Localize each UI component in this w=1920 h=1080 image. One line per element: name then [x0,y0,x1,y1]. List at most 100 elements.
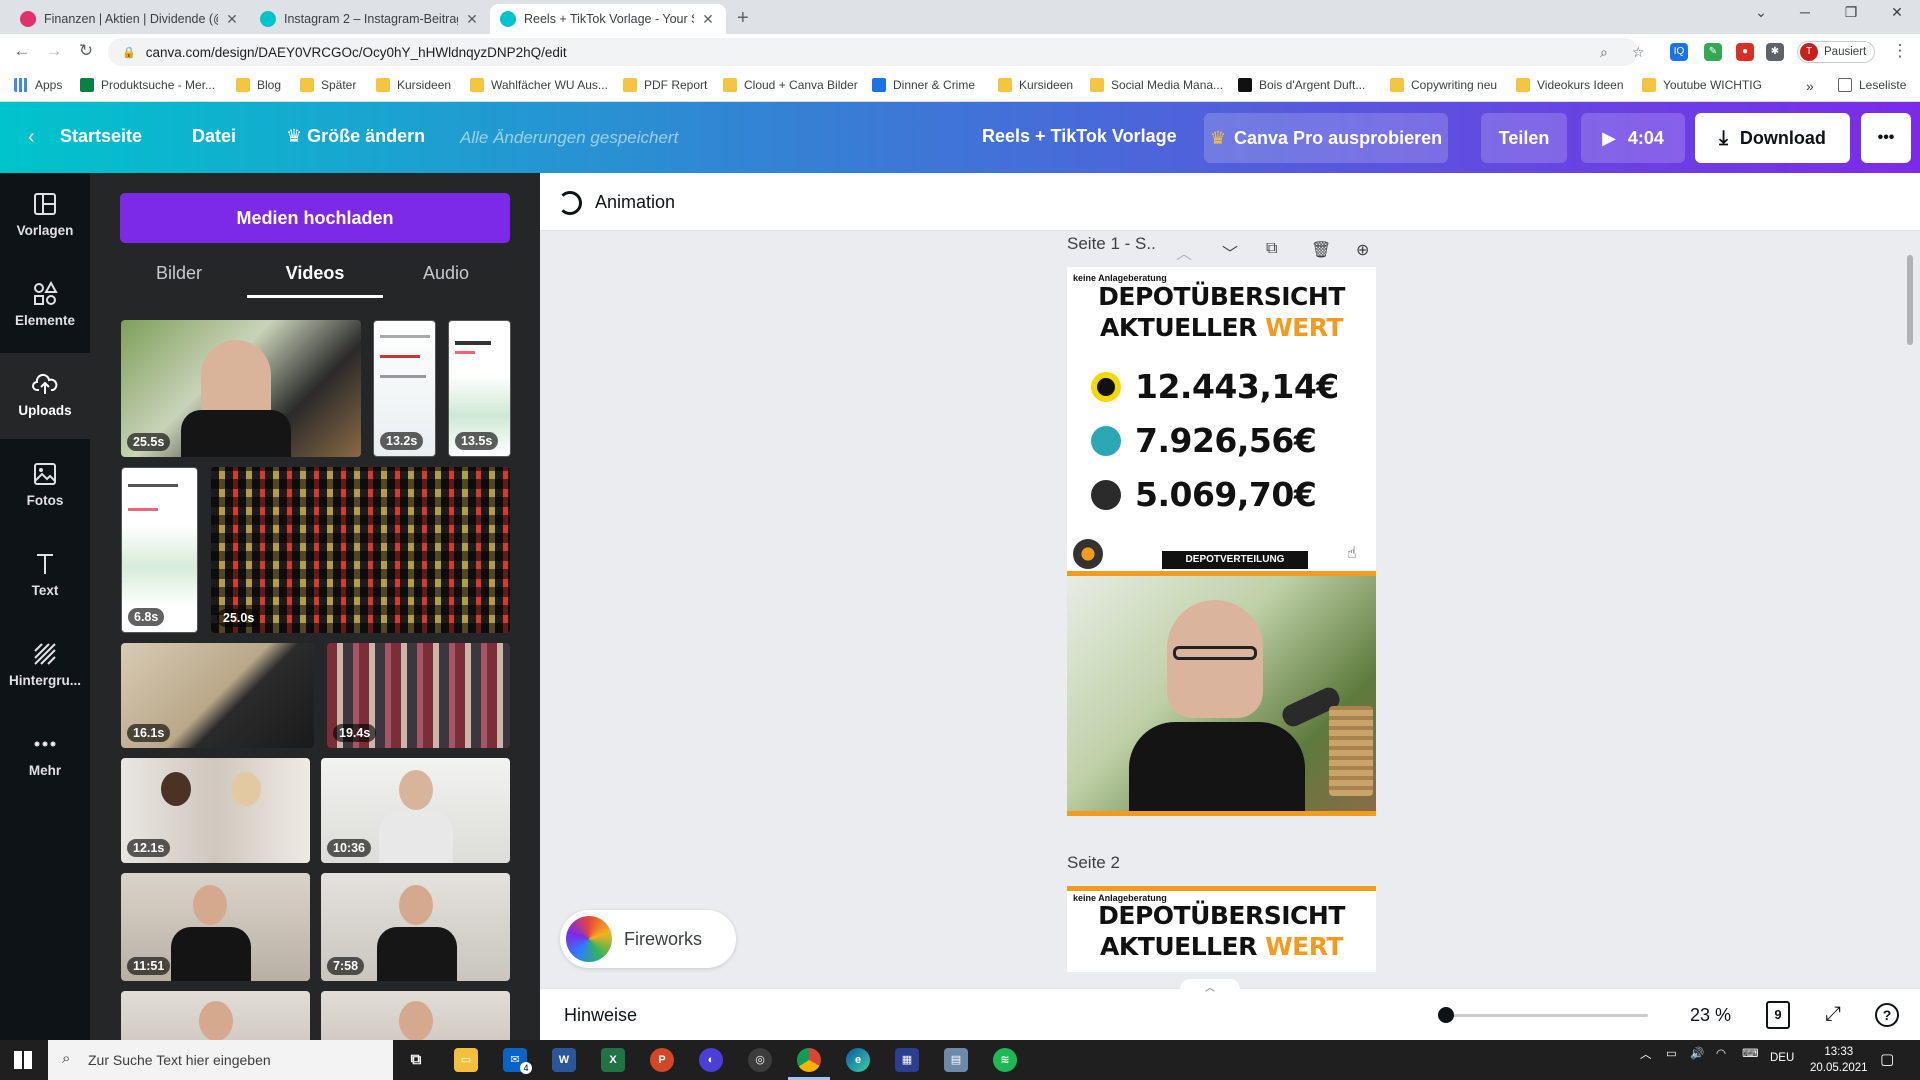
chrome-icon[interactable] [797,1048,821,1072]
bookmark-apps[interactable]: Apps [14,78,62,92]
bookmark-item[interactable]: Produktsuche - Mer... [80,78,215,92]
resize-button[interactable]: ♛ Größe ändern [286,126,425,147]
upload-media-button[interactable]: Medien hochladen [120,193,510,243]
chevron-down-icon[interactable]: ﹀ [1222,240,1238,264]
taskbar-clock[interactable]: 13:33 20.05.2021 [1810,1044,1868,1076]
bookmark-star-icon[interactable]: ☆ [1632,44,1645,61]
video-thumbnail[interactable]: 10:36 [321,758,510,863]
edge-icon[interactable]: e [846,1048,870,1072]
chevron-left-icon[interactable]: ‹ [28,126,35,149]
forward-icon[interactable]: → [42,41,66,61]
design-title[interactable]: Reels + TikTok Vorlage [982,126,1177,147]
tab-videos[interactable]: Videos [247,263,383,284]
fireworks-animation-chip[interactable]: Fireworks [560,910,736,968]
present-button[interactable]: ▶ 4:04 [1581,113,1685,163]
bookmark-item[interactable]: Cloud + Canva Bilder [723,78,858,92]
video-thumbnail[interactable]: 6.8s [121,467,198,633]
video-thumbnail[interactable]: 12.1s [121,758,310,863]
scrollbar-thumb[interactable] [1907,255,1913,345]
video-thumbnail[interactable]: 13.5s [448,320,511,457]
powerpoint-icon[interactable]: P [650,1048,674,1072]
extensions-puzzle-icon[interactable]: ✱ [1766,43,1784,61]
zoom-icon[interactable]: ⌕ [1600,44,1608,61]
more-options-button[interactable]: ••• [1861,113,1911,163]
notifications-icon[interactable]: ▢ [1880,1050,1894,1068]
video-thumbnail[interactable]: 7:58 [321,873,510,981]
tab-images[interactable]: Bilder [111,263,247,284]
address-bar[interactable]: 🔒 canva.com/design/DAEY0VRCGOc/Ocy0hY_hH… [108,38,1638,66]
wifi-icon[interactable]: ◠ [1716,1046,1726,1060]
bookmark-item[interactable]: Dinner & Crime [872,78,975,92]
file-menu-button[interactable]: Datei [192,126,236,147]
spotify-icon[interactable]: ≋ [993,1048,1017,1072]
page-1-canvas[interactable]: keine Anlageberatung DEPOTÜBERSICHT AKTU… [1067,267,1376,816]
bookmark-item[interactable]: Social Media Mana... [1090,78,1223,92]
task-view-icon[interactable]: ⧉ [404,1048,428,1072]
new-tab-button[interactable]: + [737,7,749,30]
rail-item-uploads[interactable]: Uploads [0,353,90,439]
bookmarks-overflow-button[interactable]: » [1806,78,1814,94]
app-icon[interactable]: ▤ [944,1048,968,1072]
bookmark-item[interactable]: PDF Report [623,78,707,92]
reading-list-button[interactable]: Leseliste [1838,78,1906,92]
canvas-scrollbar[interactable] [1905,240,1915,965]
rail-item-background[interactable]: Hintergru... [0,623,90,709]
help-icon[interactable]: ? [1875,1003,1899,1027]
video-thumbnail[interactable]: 11:51 [121,873,310,981]
video-frame[interactable] [1067,576,1376,812]
app-icon[interactable]: ◐ [699,1048,723,1072]
bookmark-item[interactable]: Später [300,78,356,92]
zoom-slider[interactable] [1444,1014,1648,1017]
video-thumbnail[interactable]: 16.1s [121,643,314,748]
rail-item-templates[interactable]: Vorlagen [0,173,90,259]
page-1-label[interactable]: Seite 1 - S.. [1067,234,1156,254]
close-tab-icon[interactable]: ✕ [700,11,716,28]
minimize-button[interactable]: ─ [1782,4,1828,20]
video-thumbnail[interactable]: 19.4s [327,643,510,748]
excel-icon[interactable]: X [601,1048,625,1072]
duplicate-page-icon[interactable]: ⧉ [1266,240,1277,258]
zoom-percentage[interactable]: 23 % [1690,1005,1731,1026]
keyboard-icon[interactable]: ⌨ [1742,1046,1759,1060]
bookmark-item[interactable]: Blog [236,78,281,92]
word-icon[interactable]: W [552,1048,576,1072]
back-icon[interactable]: ← [10,41,34,61]
bookmark-item[interactable]: Copywriting neu [1390,78,1497,92]
video-thumbnail[interactable]: 13.2s [373,320,436,457]
video-thumbnail[interactable]: 25.5s [121,320,361,457]
close-tab-icon[interactable]: ✕ [224,11,240,28]
delete-page-icon[interactable]: 🗑 [1311,240,1331,260]
bookmark-item[interactable]: Kursideen [998,78,1073,92]
tray-app-icon[interactable]: ▭ [1666,1046,1677,1060]
extension-icon[interactable]: ✎ [1704,43,1722,61]
browser-menu-icon[interactable]: ⋮ [1888,41,1912,61]
zoom-slider-handle[interactable] [1438,1007,1454,1023]
page-2-canvas[interactable]: keine Anlageberatung DEPOTÜBERSICHT AKTU… [1067,886,1376,972]
video-thumbnail[interactable]: 25.0s [211,467,510,633]
page-grid-button[interactable]: 9 [1766,1001,1790,1029]
fullscreen-icon[interactable]: ⤢ [1825,1003,1841,1026]
obs-icon[interactable]: ◎ [748,1048,772,1072]
browser-tab-finanzen[interactable]: Finanzen | Aktien | Dividende (@ ✕ [10,4,250,34]
tab-search-icon[interactable]: ⌄ [1738,4,1784,21]
speaker-icon[interactable]: 🔊 [1690,1046,1704,1060]
chevron-up-icon[interactable]: ︿ [1176,240,1192,264]
try-pro-button[interactable]: ♛ Canva Pro ausprobieren [1204,113,1448,163]
rail-item-more[interactable]: Mehr [0,713,90,799]
tab-audio[interactable]: Audio [378,263,514,284]
download-button[interactable]: ⤓ Download [1695,113,1850,163]
close-window-button[interactable]: ✕ [1874,4,1920,21]
bookmark-item[interactable]: Kursideen [376,78,451,92]
page-2-label[interactable]: Seite 2 [1067,853,1120,873]
browser-tab-instagram[interactable]: Instagram 2 – Instagram-Beitrag ✕ [250,4,490,34]
profile-button[interactable]: T Pausiert [1797,41,1876,63]
close-tab-icon[interactable]: ✕ [464,11,480,28]
taskbar-search[interactable]: ⌕ Zur Suche Text hier eingeben [48,1040,393,1080]
app-icon[interactable]: ▦ [895,1048,919,1072]
animation-button[interactable]: Animation [595,192,675,213]
video-thumbnail[interactable] [321,991,510,1040]
bookmark-item[interactable]: Videokurs Ideen [1516,78,1624,92]
windows-start-icon[interactable] [14,1051,32,1069]
expand-pages-button[interactable]: ︿ [1180,979,1240,994]
notes-button[interactable]: Hinweise [564,1005,637,1026]
